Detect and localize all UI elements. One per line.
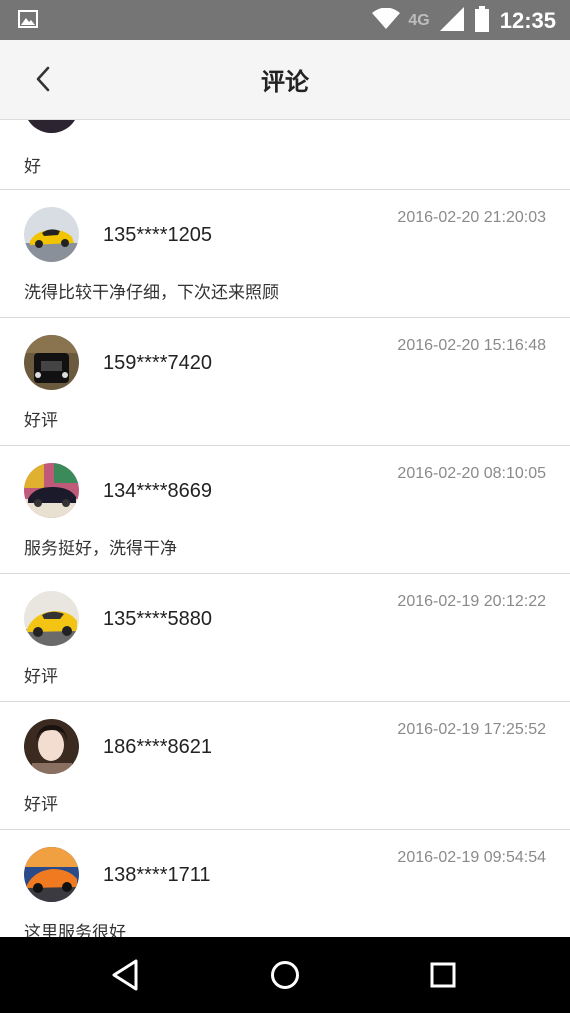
comment-content: 好评 xyxy=(24,411,58,431)
avatar xyxy=(24,120,79,133)
comment-content: 好 xyxy=(24,157,41,177)
back-nav-button[interactable] xyxy=(106,955,146,995)
circle-home-icon xyxy=(271,961,299,989)
list-item[interactable]: 135****1205 2016-02-20 21:20:03 洗得比较干净仔细… xyxy=(0,190,570,318)
recents-nav-button[interactable] xyxy=(423,955,463,995)
list-item[interactable]: 159****7420 2016-02-20 15:16:48 好评 xyxy=(0,318,570,446)
comment-date: 2016-02-19 20:12:22 xyxy=(397,593,546,610)
page-title: 评论 xyxy=(261,68,309,96)
square-recents-icon xyxy=(430,962,456,988)
list-item[interactable]: 186****8621 2016-02-19 17:25:52 好评 xyxy=(0,702,570,830)
avatar xyxy=(24,591,79,646)
list-item[interactable]: 135****5880 2016-02-19 20:12:22 好评 xyxy=(0,574,570,702)
comment-list[interactable]: 好 135****1205 2016-02-20 21:20:03 洗得比较干净… xyxy=(0,120,570,937)
username: 135****1205 xyxy=(103,224,212,246)
wifi-icon xyxy=(372,7,401,34)
battery-icon xyxy=(474,6,490,36)
avatar xyxy=(24,335,79,390)
username: 186****8621 xyxy=(103,736,212,758)
status-bar: 4G 12:35 xyxy=(0,0,570,40)
home-nav-button[interactable] xyxy=(265,955,305,995)
list-item[interactable]: 好 xyxy=(0,120,570,190)
comment-date: 2016-02-20 21:20:03 xyxy=(397,209,546,226)
comment-content: 好评 xyxy=(24,795,58,815)
comment-content: 服务挺好，洗得干净 xyxy=(24,539,177,559)
list-item[interactable]: 134****8669 2016-02-20 08:10:05 服务挺好，洗得干… xyxy=(0,446,570,574)
comment-date: 2016-02-20 08:10:05 xyxy=(397,465,546,482)
list-item[interactable]: 138****1711 2016-02-19 09:54:54 这里服务很好 xyxy=(0,830,570,937)
triangle-back-icon xyxy=(112,959,138,991)
username: 138****1711 xyxy=(103,864,211,886)
username: 135****5880 xyxy=(103,608,212,630)
network-type: 4G xyxy=(408,12,430,29)
comment-content: 这里服务很好 xyxy=(24,923,126,937)
comment-content: 洗得比较干净仔细，下次还来照顾 xyxy=(24,283,279,303)
image-notification-icon xyxy=(18,10,38,32)
comment-date: 2016-02-19 17:25:52 xyxy=(397,721,546,738)
comment-date: 2016-02-19 09:54:54 xyxy=(397,849,546,866)
navigation-bar xyxy=(0,937,570,1013)
username: 159****7420 xyxy=(103,352,212,374)
username: 134****8669 xyxy=(103,480,212,502)
avatar xyxy=(24,207,79,262)
comment-content: 好评 xyxy=(24,667,58,687)
comment-date: 2016-02-20 15:16:48 xyxy=(397,337,546,354)
clock: 12:35 xyxy=(499,8,556,33)
avatar xyxy=(24,847,79,902)
avatar xyxy=(24,463,79,518)
signal-icon xyxy=(439,7,464,35)
avatar xyxy=(24,719,79,774)
app-bar: 评论 xyxy=(0,40,570,120)
